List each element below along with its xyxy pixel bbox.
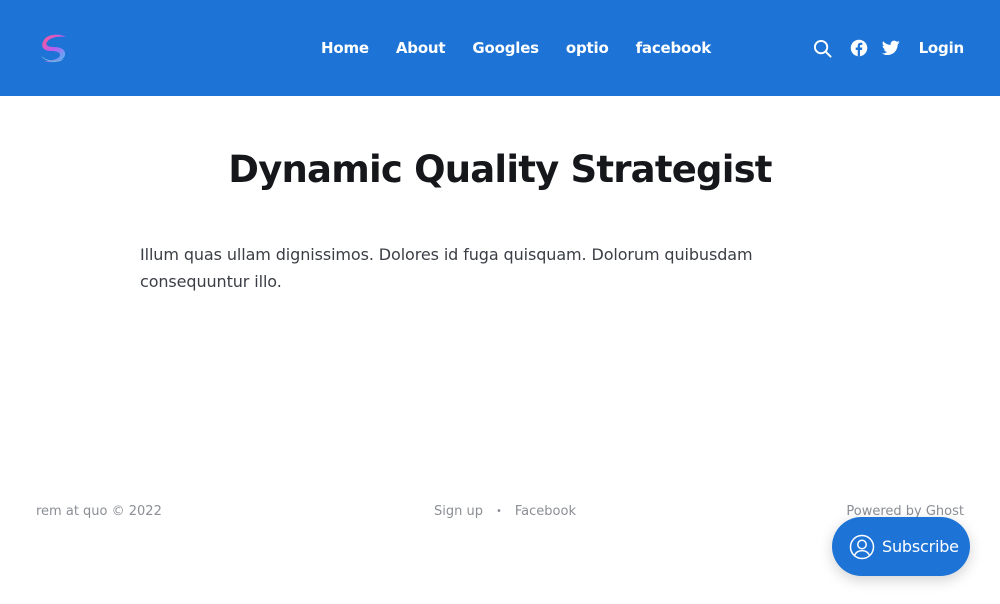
nav-googles[interactable]: Googles xyxy=(472,39,539,57)
subscribe-button[interactable]: Subscribe xyxy=(832,517,970,576)
facebook-link[interactable] xyxy=(848,37,870,59)
nav-about[interactable]: About xyxy=(396,39,446,57)
footer-link-signup[interactable]: Sign up xyxy=(434,504,483,519)
twitter-link[interactable] xyxy=(880,37,902,59)
subscribe-label: Subscribe xyxy=(882,537,959,556)
site-header: Home About Googles optio facebook Login xyxy=(0,0,1000,96)
page-body: Illum quas ullam dignissimos. Dolores id… xyxy=(140,245,753,291)
facebook-icon xyxy=(850,39,867,57)
nav-home[interactable]: Home xyxy=(321,39,369,57)
twitter-icon xyxy=(881,40,900,56)
login-link[interactable]: Login xyxy=(919,39,965,57)
search-button[interactable] xyxy=(812,37,834,59)
main-nav: Home About Googles optio facebook xyxy=(307,0,724,96)
site-logo-icon xyxy=(41,34,66,63)
user-circle-icon xyxy=(849,534,875,559)
nav-facebook[interactable]: facebook xyxy=(636,39,712,57)
site-logo[interactable] xyxy=(36,31,70,65)
search-icon xyxy=(814,39,832,58)
nav-optio[interactable]: optio xyxy=(566,39,609,57)
page-title: Dynamic Quality Strategist xyxy=(228,148,772,191)
footer-separator: • xyxy=(495,506,502,517)
copyright-text: rem at quo © 2022 xyxy=(36,504,162,519)
header-actions: Login xyxy=(802,0,964,96)
footer-link-facebook[interactable]: Facebook xyxy=(515,504,576,519)
footer-nav: Sign up • Facebook xyxy=(434,504,576,519)
